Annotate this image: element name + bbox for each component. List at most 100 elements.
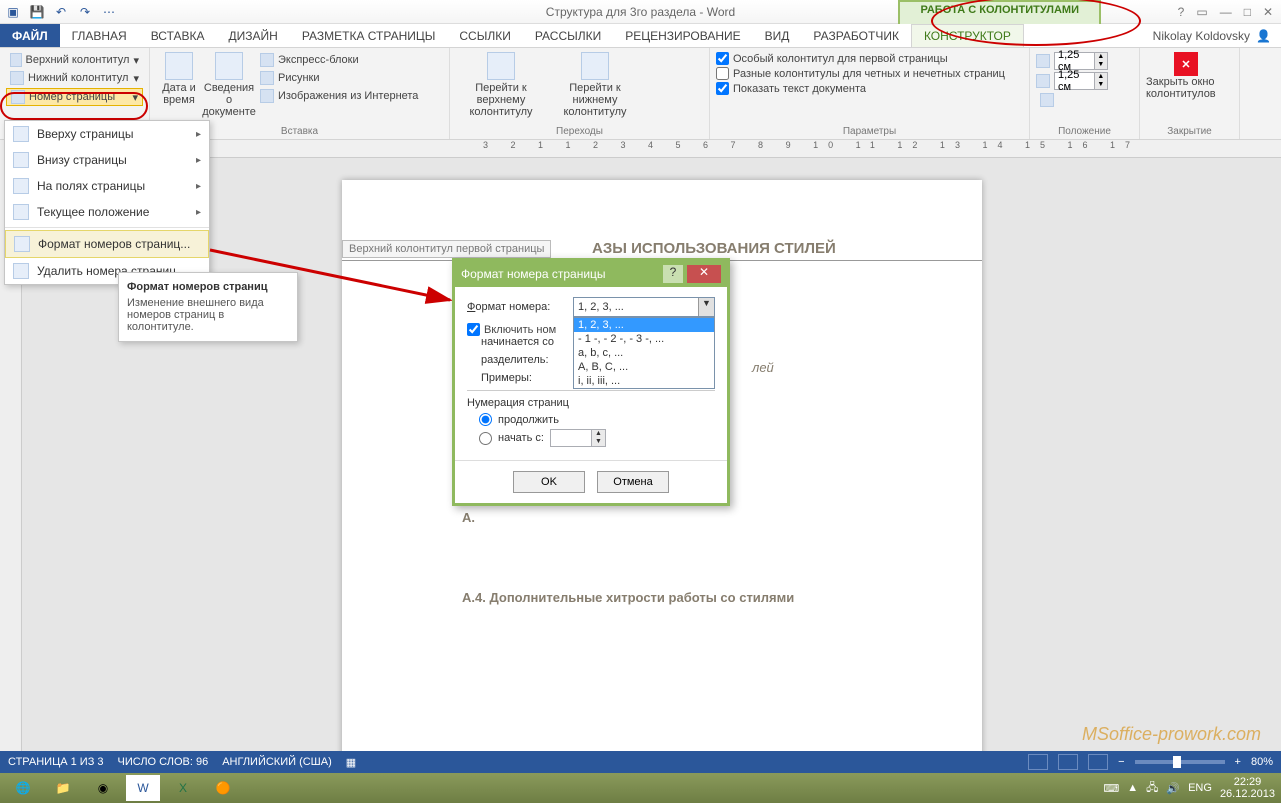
- tab-review[interactable]: РЕЦЕНЗИРОВАНИЕ: [613, 24, 752, 47]
- top-page-icon: [13, 126, 29, 142]
- align-tab-icon: [1040, 93, 1054, 107]
- tray-lang[interactable]: ENG: [1188, 782, 1212, 794]
- combo-option[interactable]: - 1 -, - 2 -, - 3 -, ...: [574, 332, 714, 346]
- view-print-button[interactable]: [1058, 754, 1078, 770]
- calendar-icon: [165, 52, 193, 80]
- zoom-in-button[interactable]: +: [1235, 756, 1241, 768]
- quickparts-icon: [260, 53, 274, 67]
- first-page-checkbox[interactable]: Особый колонтитул для первой страницы: [716, 52, 1023, 65]
- close-hf-button[interactable]: ✕ Закрыть окно колонтитулов: [1146, 52, 1226, 100]
- tray-up-icon[interactable]: ▲: [1127, 782, 1138, 794]
- zoom-out-button[interactable]: −: [1118, 756, 1124, 768]
- menu-bottom-of-page[interactable]: Внизу страницы▸: [5, 147, 209, 173]
- combo-option[interactable]: i, ii, iii, ...: [574, 374, 714, 388]
- pagenum-icon: [11, 90, 25, 104]
- view-readmode-button[interactable]: [1028, 754, 1048, 770]
- redo-icon[interactable]: ↷: [76, 3, 94, 21]
- align-tab-button[interactable]: [1036, 92, 1133, 108]
- status-lang[interactable]: АНГЛИЙСКИЙ (США): [222, 756, 332, 768]
- ok-button[interactable]: OK: [513, 471, 585, 493]
- tab-references[interactable]: ССЫЛКИ: [447, 24, 522, 47]
- tray-volume-icon[interactable]: 🔊: [1166, 782, 1180, 795]
- taskbar-explorer-icon[interactable]: 📁: [46, 775, 80, 801]
- taskbar-chrome-icon[interactable]: ◉: [86, 775, 120, 801]
- footer-pos-icon: [1036, 74, 1050, 88]
- tab-constructor[interactable]: КОНСТРУКТОР: [911, 24, 1024, 47]
- taskbar-excel-icon[interactable]: X: [166, 775, 200, 801]
- cancel-button[interactable]: Отмена: [597, 471, 669, 493]
- tab-file[interactable]: ФАЙЛ: [0, 24, 60, 47]
- radio-continue[interactable]: продолжить: [479, 413, 715, 426]
- remove-icon: [13, 263, 29, 279]
- tab-layout[interactable]: РАЗМЕТКА СТРАНИЦЫ: [290, 24, 448, 47]
- zoom-value[interactable]: 80%: [1251, 756, 1273, 768]
- page-number-button[interactable]: Номер страницы▾: [6, 88, 143, 106]
- menu-page-margins[interactable]: На полях страницы▸: [5, 173, 209, 199]
- pictures-button[interactable]: Рисунки: [256, 70, 422, 86]
- taskbar-ie-icon[interactable]: 🌐: [6, 775, 40, 801]
- section-a2-suffix: лей: [752, 360, 774, 375]
- format-combo-list: 1, 2, 3, ... - 1 -, - 2 -, - 3 -, ... a,…: [573, 317, 715, 389]
- tab-home[interactable]: ГЛАВНАЯ: [60, 24, 139, 47]
- tab-developer[interactable]: РАЗРАБОТЧИК: [801, 24, 911, 47]
- separator-label: разделитель:: [481, 354, 581, 366]
- doc-info-button[interactable]: Сведения о документе: [206, 52, 252, 118]
- footer-position-spinner[interactable]: 1,25 см▲▼: [1036, 72, 1133, 90]
- undo-icon[interactable]: ↶: [52, 3, 70, 21]
- combo-option[interactable]: 1, 2, 3, ...: [574, 318, 714, 332]
- user-area[interactable]: Nikolay Koldovsky 👤: [1143, 24, 1281, 47]
- combo-option[interactable]: A, B, C, ...: [574, 360, 714, 374]
- footer-button[interactable]: Нижний колонтитул▾: [6, 70, 143, 86]
- goto-header-icon: [487, 52, 515, 80]
- goto-footer-button[interactable]: Перейти к нижнему колонтитулу: [550, 52, 640, 118]
- goto-header-button[interactable]: Перейти к верхнему колонтитулу: [456, 52, 546, 118]
- section-a3b: A.: [462, 510, 475, 525]
- tooltip-format: Формат номеров страниц Изменение внешнег…: [118, 272, 298, 342]
- taskbar-snagit-icon[interactable]: 🟠: [206, 775, 240, 801]
- header-button[interactable]: Верхний колонтитул▾: [6, 52, 143, 68]
- pictures-icon: [260, 71, 274, 85]
- quick-parts-button[interactable]: Экспресс-блоки: [256, 52, 422, 68]
- online-pictures-button[interactable]: Изображения из Интернета: [256, 88, 422, 104]
- save-icon[interactable]: 💾: [28, 3, 46, 21]
- maximize-icon[interactable]: □: [1244, 5, 1251, 19]
- tab-insert[interactable]: ВСТАВКА: [139, 24, 217, 47]
- menu-format-page-numbers[interactable]: Формат номеров страниц...: [5, 230, 209, 258]
- odd-even-checkbox[interactable]: Разные колонтитулы для четных и нечетных…: [716, 67, 1023, 80]
- header-icon: [10, 53, 22, 67]
- dialog-help-button[interactable]: ?: [663, 265, 683, 283]
- menu-top-of-page[interactable]: Вверху страницы▸: [5, 121, 209, 147]
- status-macro-icon[interactable]: ▦: [346, 756, 356, 769]
- tray-network-icon[interactable]: 🖧: [1146, 779, 1158, 798]
- show-doc-checkbox[interactable]: Показать текст документа: [716, 82, 1023, 95]
- tab-view[interactable]: ВИД: [753, 24, 802, 47]
- dialog-close-button[interactable]: ✕: [687, 265, 721, 283]
- close-icon[interactable]: ✕: [1263, 5, 1273, 19]
- header-position-spinner[interactable]: 1,25 см▲▼: [1036, 52, 1133, 70]
- zoom-slider[interactable]: [1135, 760, 1225, 764]
- tab-mailings[interactable]: РАССЫЛКИ: [523, 24, 613, 47]
- ribbon-collapse-icon[interactable]: ▭: [1196, 5, 1207, 19]
- combo-option[interactable]: a, b, c, ...: [574, 346, 714, 360]
- radio-start-at[interactable]: начать с:▲▼: [479, 429, 715, 447]
- date-time-button[interactable]: Дата и время: [156, 52, 202, 106]
- tab-design[interactable]: ДИЗАЙН: [217, 24, 290, 47]
- tray-date[interactable]: 26.12.2013: [1220, 788, 1275, 800]
- menu-current-position[interactable]: Текущее положение▸: [5, 199, 209, 225]
- status-bar: СТРАНИЦА 1 ИЗ 3 ЧИСЛО СЛОВ: 96 АНГЛИЙСКИ…: [0, 751, 1281, 773]
- status-page[interactable]: СТРАНИЦА 1 ИЗ 3: [8, 756, 104, 768]
- avatar-icon: 👤: [1256, 29, 1271, 43]
- tray-time[interactable]: 22:29: [1220, 776, 1275, 788]
- view-web-button[interactable]: [1088, 754, 1108, 770]
- starts-with-label: начинается со: [481, 336, 581, 348]
- group-label-position: Положение: [1036, 124, 1133, 137]
- tray-keyboard-icon[interactable]: ⌨: [1103, 782, 1119, 795]
- format-icon: [14, 236, 30, 252]
- help-icon[interactable]: ?: [1178, 5, 1185, 19]
- format-combo[interactable]: 1, 2, 3, ...▼ 1, 2, 3, ... - 1 -, - 2 -,…: [573, 297, 715, 317]
- footer-icon: [10, 71, 24, 85]
- taskbar-word-icon[interactable]: W: [126, 775, 160, 801]
- minimize-icon[interactable]: —: [1220, 5, 1232, 19]
- status-words[interactable]: ЧИСЛО СЛОВ: 96: [118, 756, 209, 768]
- qat-more-icon[interactable]: ⋯: [100, 3, 118, 21]
